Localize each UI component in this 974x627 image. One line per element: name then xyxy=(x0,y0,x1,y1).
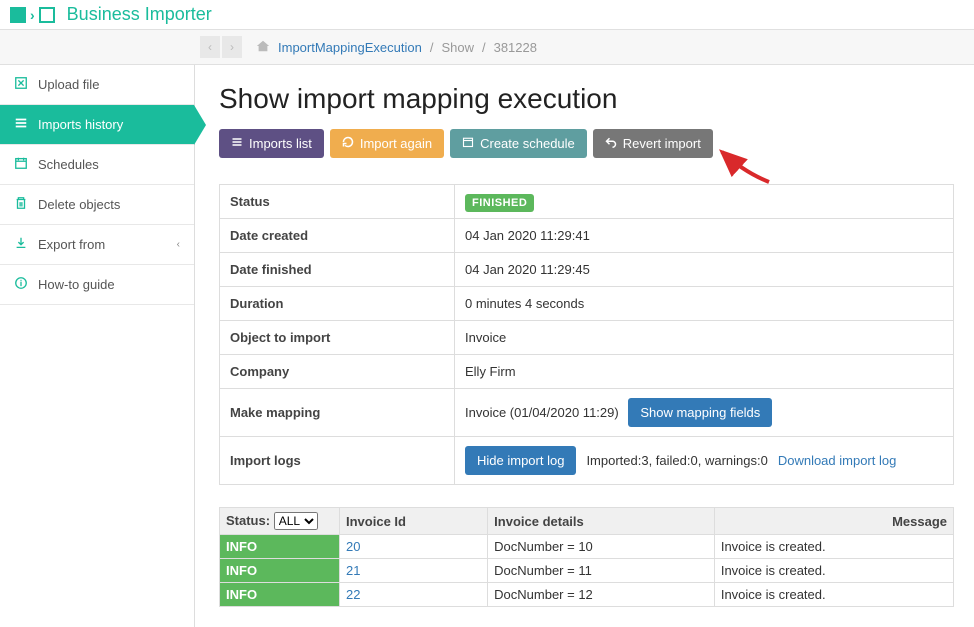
date-created-row: Date created 04 Jan 2020 11:29:41 xyxy=(220,219,954,253)
trash-icon xyxy=(14,196,28,213)
logo-icon: › xyxy=(10,7,55,23)
page-title: Show import mapping execution xyxy=(219,83,954,115)
invoice-id-link[interactable]: 22 xyxy=(346,587,360,602)
hide-import-log-button[interactable]: Hide import log xyxy=(465,446,576,475)
app-logo[interactable]: › Business Importer xyxy=(10,4,212,25)
table-row: INFO 21 DocNumber = 11Invoice is created. xyxy=(220,559,954,583)
import-log-table: Status: ALL Invoice Id Invoice details M… xyxy=(219,507,954,607)
info-icon xyxy=(14,276,28,293)
log-message: Invoice is created. xyxy=(714,559,953,583)
col-invoice-id: Invoice Id xyxy=(340,508,488,535)
log-invoice-id: 21 xyxy=(340,559,488,583)
annotation-arrow xyxy=(714,147,774,187)
log-status: INFO xyxy=(220,583,340,607)
invoice-id-link[interactable]: 21 xyxy=(346,563,360,578)
undo-icon xyxy=(605,136,617,151)
sidebar: Upload file Imports history Schedules De… xyxy=(0,65,195,627)
status-filter-header: Status: ALL xyxy=(220,508,340,535)
breadcrumb-link[interactable]: ImportMappingExecution xyxy=(278,40,422,55)
logs-row: Import logs Hide import log Imported:3, … xyxy=(220,437,954,485)
list-icon xyxy=(231,136,243,151)
log-message: Invoice is created. xyxy=(714,583,953,607)
content: Show import mapping execution Imports li… xyxy=(195,65,974,627)
company-row: Company Elly Firm xyxy=(220,355,954,389)
sidebar-item-schedules[interactable]: Schedules xyxy=(0,145,194,185)
sidebar-label: Imports history xyxy=(38,117,123,132)
imports-list-button[interactable]: Imports list xyxy=(219,129,324,158)
log-message: Invoice is created. xyxy=(714,535,953,559)
col-message: Message xyxy=(714,508,953,535)
status-filter-select[interactable]: ALL xyxy=(274,512,318,530)
breadcrumb-show: Show xyxy=(441,40,474,55)
col-invoice-details: Invoice details xyxy=(488,508,715,535)
info-table: Status FINISHED Date created 04 Jan 2020… xyxy=(219,184,954,485)
log-details: DocNumber = 10 xyxy=(488,535,715,559)
import-again-button[interactable]: Import again xyxy=(330,129,444,158)
list-icon xyxy=(14,116,28,133)
invoice-id-link[interactable]: 20 xyxy=(346,539,360,554)
table-row: INFO 20 DocNumber = 10Invoice is created. xyxy=(220,535,954,559)
sidebar-item-howto[interactable]: How-to guide xyxy=(0,265,194,305)
logs-summary: Imported:3, failed:0, warnings:0 xyxy=(586,453,767,468)
nav-back-button[interactable]: ‹ xyxy=(200,36,220,58)
log-status: INFO xyxy=(220,535,340,559)
subheader: ‹ › ImportMappingExecution / Show / 3812… xyxy=(0,30,974,65)
status-row: Status FINISHED xyxy=(220,185,954,219)
sidebar-label: Upload file xyxy=(38,77,99,92)
revert-import-button[interactable]: Revert import xyxy=(593,129,713,158)
duration-row: Duration 0 minutes 4 seconds xyxy=(220,287,954,321)
mapping-row: Make mapping Invoice (01/04/2020 11:29) … xyxy=(220,389,954,437)
app-name: Business Importer xyxy=(67,4,212,25)
chevron-left-icon: ‹ xyxy=(177,239,180,250)
sidebar-label: Schedules xyxy=(38,157,99,172)
excel-icon xyxy=(14,76,28,93)
calendar-icon xyxy=(14,156,28,173)
breadcrumb-id: 381228 xyxy=(494,40,537,55)
sidebar-item-delete-objects[interactable]: Delete objects xyxy=(0,185,194,225)
calendar-icon xyxy=(462,136,474,151)
log-invoice-id: 22 xyxy=(340,583,488,607)
sidebar-label: How-to guide xyxy=(38,277,115,292)
sidebar-item-export-from[interactable]: Export from ‹ xyxy=(0,225,194,265)
log-details: DocNumber = 12 xyxy=(488,583,715,607)
log-details: DocNumber = 11 xyxy=(488,559,715,583)
app-header: › Business Importer xyxy=(0,0,974,30)
show-mapping-fields-button[interactable]: Show mapping fields xyxy=(628,398,772,427)
sidebar-label: Export from xyxy=(38,237,105,252)
refresh-icon xyxy=(342,136,354,151)
log-status: INFO xyxy=(220,559,340,583)
create-schedule-button[interactable]: Create schedule xyxy=(450,129,587,158)
sidebar-item-upload[interactable]: Upload file xyxy=(0,65,194,105)
breadcrumb: ImportMappingExecution / Show / 381228 xyxy=(256,39,537,56)
object-row: Object to import Invoice xyxy=(220,321,954,355)
sidebar-label: Delete objects xyxy=(38,197,120,212)
table-row: INFO 22 DocNumber = 12Invoice is created. xyxy=(220,583,954,607)
sidebar-item-imports-history[interactable]: Imports history xyxy=(0,105,194,145)
action-buttons: Imports list Import again Create schedul… xyxy=(219,129,954,158)
download-import-log-link[interactable]: Download import log xyxy=(778,453,897,468)
history-nav: ‹ › xyxy=(200,36,242,58)
home-icon[interactable] xyxy=(256,39,270,56)
status-badge: FINISHED xyxy=(465,194,534,212)
nav-forward-button[interactable]: › xyxy=(222,36,242,58)
date-finished-row: Date finished 04 Jan 2020 11:29:45 xyxy=(220,253,954,287)
download-icon xyxy=(14,236,28,253)
log-invoice-id: 20 xyxy=(340,535,488,559)
